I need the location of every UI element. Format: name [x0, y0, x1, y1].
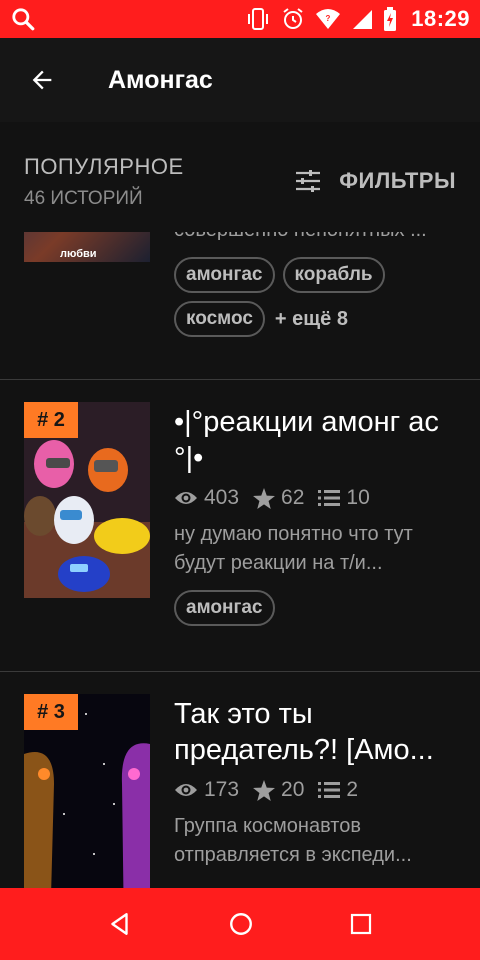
- likes-stat: 62: [253, 486, 304, 510]
- more-tags-link[interactable]: + ещё 8: [275, 308, 348, 331]
- likes-stat: 20: [253, 778, 304, 802]
- list-icon: [318, 490, 341, 506]
- star-icon: [253, 779, 276, 801]
- eye-icon: [175, 492, 197, 504]
- rank-badge: # 3: [24, 694, 78, 730]
- views-count: 173: [204, 778, 240, 801]
- story-description: совершенно непонятных ...: [174, 232, 460, 245]
- story-list[interactable]: любви совершенно непонятных ... амонгас …: [0, 232, 480, 888]
- tag-list: амонгас: [174, 590, 460, 626]
- section-header: ПОПУЛЯРНОЕ 46 ИСТОРИЙ ФИЛЬТРЫ: [0, 122, 480, 232]
- nav-back-icon[interactable]: [107, 911, 133, 937]
- story-stats: 403 62 10: [174, 486, 460, 510]
- story-description: Группа космонавтов отправляется в экспед…: [174, 815, 412, 866]
- nav-recents-icon[interactable]: [349, 912, 373, 936]
- tag-list: амонгас корабль космос + ещё 8: [174, 257, 460, 337]
- vibrate-icon: [248, 8, 269, 30]
- search-icon[interactable]: [10, 6, 36, 32]
- tag-chip[interactable]: амонгас: [174, 257, 275, 293]
- page-title: Амонгас: [108, 65, 213, 94]
- parts-count: 2: [346, 778, 359, 801]
- story-title[interactable]: •|°реакции амонг ас °|•: [174, 404, 460, 476]
- likes-count: 62: [281, 486, 305, 509]
- arrow-back-icon: [32, 70, 52, 90]
- parts-stat: 10: [318, 486, 370, 510]
- tag-chip[interactable]: амонгас: [174, 590, 275, 626]
- signal-icon: [353, 10, 373, 29]
- story-stats: 173 20 2: [174, 778, 460, 802]
- rank-badge: # 2: [24, 402, 78, 438]
- status-bar: ? 18:29: [0, 0, 480, 38]
- system-nav-bar: [0, 888, 480, 960]
- parts-stat: 2: [318, 778, 358, 802]
- views-count: 403: [204, 486, 240, 509]
- story-info: Так это ты предатель?! [Амо... 173 20 2 …: [174, 696, 460, 870]
- story-card[interactable]: любви совершенно непонятных ... амонгас …: [0, 232, 480, 380]
- list-icon: [318, 782, 341, 798]
- star-icon: [253, 487, 276, 509]
- tune-icon: [296, 170, 321, 192]
- story-cover[interactable]: # 2: [24, 402, 150, 598]
- views-stat: 173: [174, 778, 239, 802]
- clock: 18:29: [411, 6, 470, 31]
- filters-button[interactable]: ФИЛЬТРЫ: [295, 168, 456, 194]
- story-card[interactable]: # 3 Так это ты предатель?! [Амо... 173 2…: [0, 672, 480, 888]
- app-bar: Амонгас: [0, 38, 480, 122]
- story-title[interactable]: Так это ты предатель?! [Амо...: [174, 696, 460, 768]
- wifi-icon: ?: [316, 9, 341, 29]
- svg-text:?: ?: [326, 14, 331, 23]
- tag-chip[interactable]: космос: [174, 301, 265, 337]
- views-stat: 403: [174, 486, 239, 510]
- eye-icon: [175, 784, 197, 796]
- likes-count: 20: [281, 778, 305, 801]
- filters-label: ФИЛЬТРЫ: [339, 168, 456, 193]
- battery-icon: [384, 7, 397, 31]
- cover-caption: любви: [60, 248, 97, 260]
- alarm-icon: [283, 8, 303, 29]
- parts-count: 10: [346, 486, 370, 509]
- story-card[interactable]: # 2 •|°реакции амонг ас °|• 403 62 10 ну…: [0, 380, 480, 672]
- story-description: ну думаю понятно что тут будут реакции н…: [174, 523, 413, 574]
- tag-chip[interactable]: корабль: [282, 257, 385, 293]
- story-cover[interactable]: любви: [24, 232, 150, 262]
- story-info: •|°реакции амонг ас °|• 403 62 10 ну дум…: [174, 404, 460, 626]
- nav-home-icon[interactable]: [228, 911, 254, 937]
- back-button[interactable]: [0, 38, 84, 122]
- story-info: совершенно непонятных ... амонгас корабл…: [174, 232, 460, 337]
- story-cover[interactable]: # 3: [24, 694, 150, 888]
